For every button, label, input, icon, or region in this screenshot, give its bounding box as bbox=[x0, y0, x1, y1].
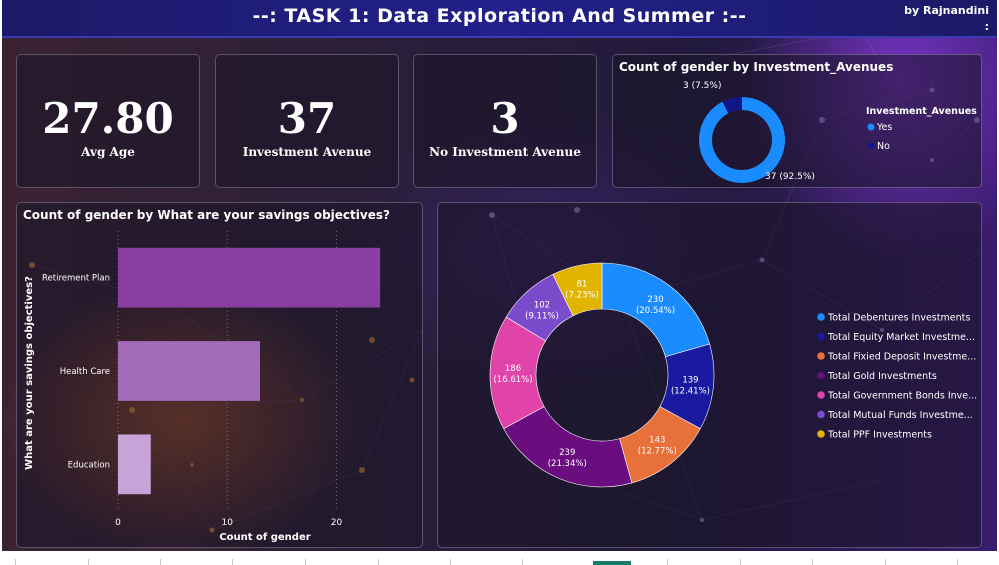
strip-tick bbox=[450, 559, 451, 565]
investment-totals-chart-card[interactable]: 230 (20.54%) 139 (12.41%) 143 (12.77%) 239 (21.… bbox=[437, 202, 982, 548]
x-axis-title: Count of gender bbox=[219, 532, 310, 543]
kpi-label: No Investment Avenue bbox=[429, 145, 581, 159]
kpi-label: Avg Age bbox=[81, 145, 135, 159]
slice-percent-label: (16.61%) bbox=[493, 375, 532, 385]
y-category-label: Health Care bbox=[60, 367, 110, 377]
author-byline: by Rajnandini bbox=[904, 4, 989, 17]
legend-title: Investment_Avenues bbox=[866, 106, 977, 117]
strip-tick bbox=[232, 559, 233, 565]
strip-tick bbox=[667, 559, 668, 565]
title-bar: --: TASK 1: Data Exploration And Summer … bbox=[2, 0, 997, 38]
slice-percent-label: (12.77%) bbox=[638, 447, 677, 457]
investment-totals-donut-chart[interactable]: 230(20.54%) 139(12.41%) 143(12.77%) 239(21.… bbox=[438, 203, 983, 549]
kpi-value: 27.80 bbox=[42, 94, 174, 143]
bar-education[interactable] bbox=[118, 434, 151, 495]
strip-tick bbox=[15, 559, 16, 565]
legend-item-total-equity-market-investments[interactable]: Total Equity Market Investme... bbox=[827, 332, 975, 343]
slice-value-label: 186 bbox=[505, 364, 521, 374]
investment-avenues-chart-card[interactable]: Count of gender by Investment_Avenues 3 … bbox=[612, 54, 982, 188]
strip-tick bbox=[88, 559, 89, 565]
strip-tick bbox=[160, 559, 161, 565]
slice-percent-label: (9.11%) bbox=[525, 311, 559, 321]
legend-item-total-debentures-investments[interactable]: Total Debentures Investments bbox=[827, 313, 970, 324]
slice-value-label: 102 bbox=[534, 300, 550, 310]
slice-percent-label: (21.34%) bbox=[548, 459, 587, 469]
legend-item-total-government-bonds-investments[interactable]: Total Government Bonds Inve... bbox=[827, 391, 977, 402]
investment-avenues-donut-chart[interactable]: 3 (7.5%) 37 (92.5%) Investment_Avenues Y… bbox=[613, 55, 983, 189]
donut-slice-total-gold-investments[interactable] bbox=[503, 406, 633, 488]
legend-marker bbox=[817, 391, 825, 399]
slice-value-label: 81 bbox=[577, 279, 588, 289]
legend-marker bbox=[817, 371, 825, 380]
strip-tick bbox=[305, 559, 306, 565]
y-category-label: Retirement Plan bbox=[42, 274, 110, 284]
page-tab-indicator[interactable] bbox=[593, 561, 631, 565]
data-label-no: 3 (7.5%) bbox=[683, 81, 721, 91]
kpi-card-avg-age[interactable]: 27.80 Avg Age bbox=[16, 54, 200, 188]
legend-marker bbox=[817, 352, 825, 360]
strip-tick bbox=[957, 559, 958, 565]
legend-item-total-mutual-funds-investments[interactable]: Total Mutual Funds Investme... bbox=[827, 410, 973, 421]
bottom-strip bbox=[0, 551, 999, 565]
slice-value-label: 239 bbox=[559, 448, 575, 458]
legend-item-yes[interactable]: Yes bbox=[876, 122, 892, 133]
legend-item-no[interactable]: No bbox=[877, 141, 890, 152]
slice-value-label: 139 bbox=[682, 376, 698, 386]
x-tick-label: 20 bbox=[331, 518, 343, 528]
data-label-yes: 37 (92.5%) bbox=[765, 172, 815, 182]
strip-tick bbox=[522, 559, 523, 565]
dashboard-title: --: TASK 1: Data Exploration And Summer … bbox=[252, 5, 747, 27]
savings-objectives-chart-card[interactable]: Count of gender by What are your savings… bbox=[16, 202, 423, 548]
legend-marker bbox=[817, 430, 825, 438]
kpi-value: 37 bbox=[277, 94, 337, 143]
strip-tick bbox=[885, 559, 886, 565]
slice-value-label: 230 bbox=[647, 295, 663, 305]
slice-percent-label: (12.41%) bbox=[671, 387, 710, 397]
legend-marker-yes bbox=[867, 123, 875, 131]
kpi-card-investment-avenue[interactable]: 37 Investment Avenue bbox=[215, 54, 399, 188]
kpi-card-no-investment-avenue[interactable]: 3 No Investment Avenue bbox=[413, 54, 597, 188]
y-category-label: Education bbox=[68, 460, 110, 470]
legend-marker bbox=[817, 332, 825, 341]
slice-percent-label: (20.54%) bbox=[636, 306, 675, 316]
bar-health-care[interactable] bbox=[118, 341, 260, 401]
y-axis-title: What are your savings objectives? bbox=[24, 276, 35, 470]
byline-mark: : bbox=[984, 20, 989, 33]
legend-marker bbox=[817, 313, 825, 321]
savings-objectives-bar-chart[interactable]: Retirement Plan Health Care Education 0 10 2… bbox=[17, 203, 424, 549]
bar-retirement-plan[interactable] bbox=[118, 247, 381, 308]
strip-tick bbox=[812, 559, 813, 565]
legend-item-total-ppf-investments[interactable]: Total PPF Investments bbox=[827, 430, 932, 441]
legend-marker bbox=[817, 410, 825, 419]
strip-tick bbox=[378, 559, 379, 565]
slice-value-label: 143 bbox=[649, 436, 665, 446]
legend-item-total-fixied-deposit-investments[interactable]: Total Fixied Deposit Investme... bbox=[827, 352, 976, 363]
x-tick-label: 10 bbox=[222, 518, 234, 528]
kpi-label: Investment Avenue bbox=[242, 145, 372, 159]
legend-marker-no bbox=[867, 142, 875, 150]
x-tick-label: 0 bbox=[115, 518, 121, 528]
kpi-value: 3 bbox=[490, 94, 520, 143]
slice-percent-label: (7.23%) bbox=[565, 290, 599, 300]
legend-item-total-gold-investments[interactable]: Total Gold Investments bbox=[827, 371, 937, 382]
strip-tick bbox=[740, 559, 741, 565]
